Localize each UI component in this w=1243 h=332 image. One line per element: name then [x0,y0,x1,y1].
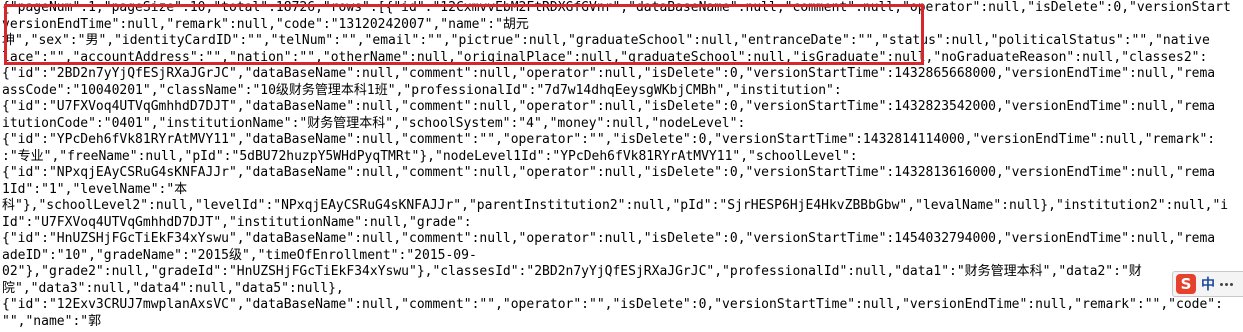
json-text-line: {"id":"NPxqjEAyCSRuG4sKNFAJJr","dataBase… [2,165,1216,180]
json-text-line: versionEndTime":null,"remark":null,"code… [2,16,529,32]
json-text-line: 院","data3":null,"data4":null,"data5":nul… [2,280,344,296]
json-text-line: 02"},"grade2":null,"gradeId":"HnUZSHjFGc… [2,264,1142,279]
json-text-line: adeID":"10","gradeName":"2015级","timeOfE… [2,247,477,263]
json-text-line: {"id":"12Exv3CRUJ7mwplanAxsVC","dataBase… [2,297,1223,312]
json-text-line: {"id":"HnUZSHjFGcTiEkF34xYswu","dataBase… [2,231,1216,246]
json-text-line: 科"},"schoolLevel2":null,"levelId":"NPxqj… [2,198,1229,213]
json-text-line: itutionCode":"0401","institutionName":"财… [2,115,746,131]
json-text-line: 坤","sex":"男","identityCardID":"","telNum… [2,33,1210,48]
ime-mode-toggle[interactable]: 中 [1201,274,1215,294]
json-text-line: :"专业","freeName":null,"pId":"5dBU72huzpY… [2,148,858,164]
json-text-line: {"pageNum":1,"pageSize":10,"total":18726… [2,0,1231,15]
json-text-line: {"id":"U7FXVoq4UTVqGmhhdD7DJT","dataBase… [2,99,1216,114]
json-text-line: assCode":"10040201","className":"10级财务管理… [2,82,842,98]
json-text-line: {"id":"YPcDeh6fVk81RYrAtMVY11","dataBase… [2,132,1216,147]
sogou-ime-icon[interactable]: S [1176,274,1196,294]
json-response-viewer: {"pageNum":1,"pageSize":10,"total":18726… [0,0,1243,332]
json-text-line: lace":"","accountAddress":"","nation":""… [2,49,1208,65]
json-text-line: {"id":"2BD2n7yYjQfESjRXaJGrJC","dataBase… [2,66,1216,81]
json-text-line: Id":"U7FXVoq4UTVqGmhhdD7DJT","institutio… [2,214,472,230]
json-text-line: 1Id":"1","levelName":"本 [2,181,188,197]
json-text-line: "","name":"郭 [2,313,102,329]
ime-toolbar[interactable]: S 中 [1172,271,1243,297]
ime-menu-icon[interactable] [1220,282,1233,286]
